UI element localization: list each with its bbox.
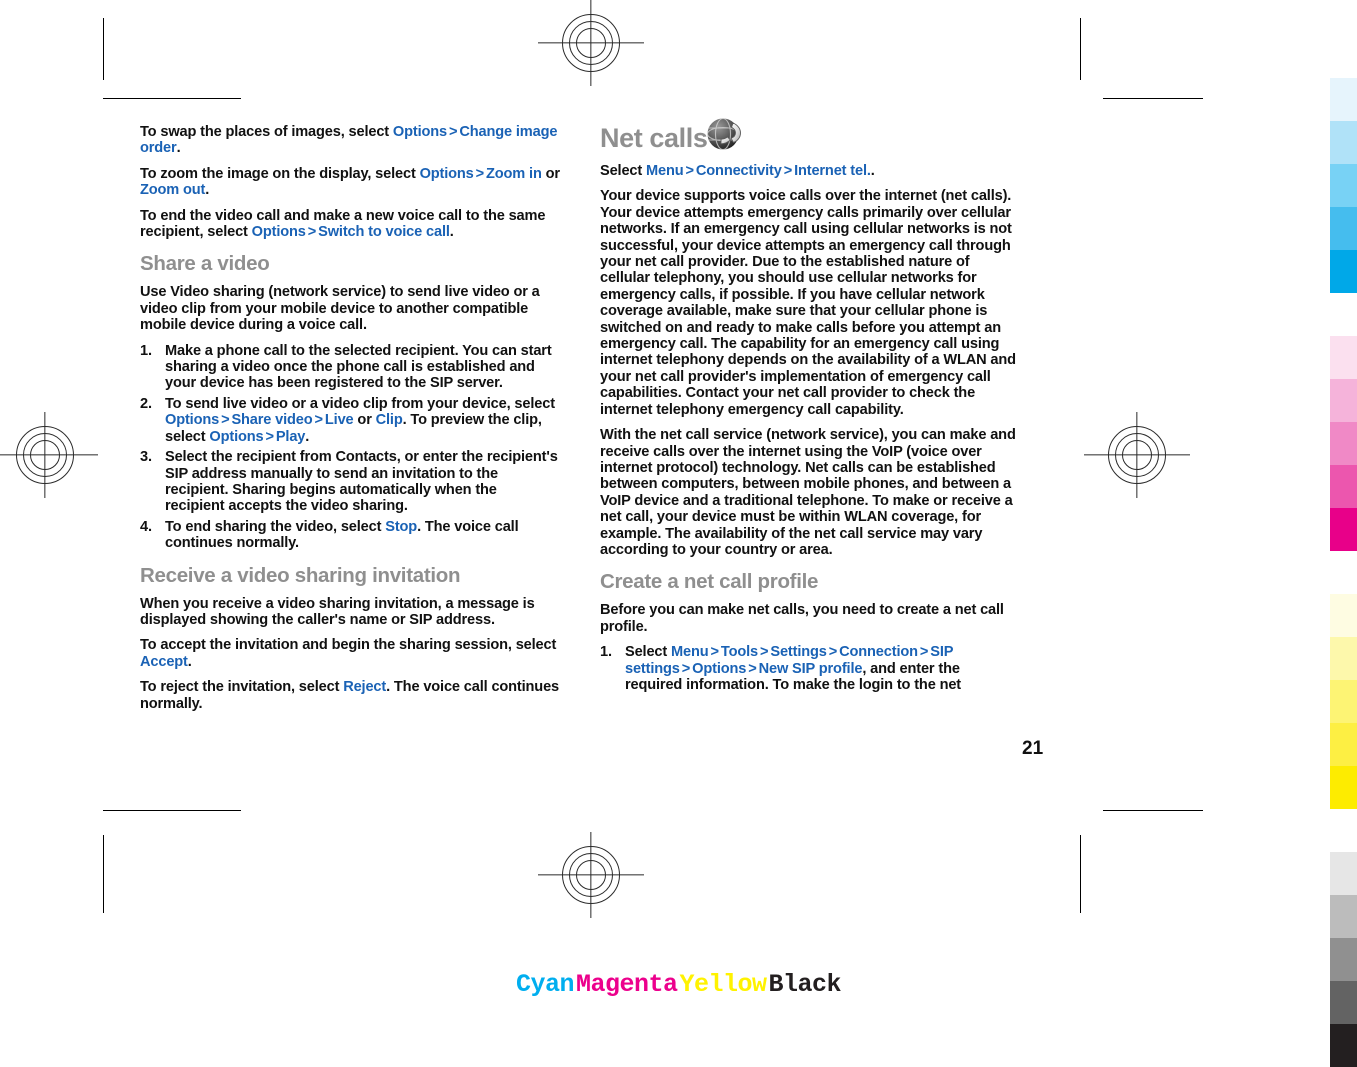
ui-term: Clip: [375, 412, 403, 429]
menu-separator-icon: >: [685, 163, 695, 179]
color-name-bar: CyanMagentaYellowBlack: [0, 970, 1357, 999]
right-column: Net calls Select Menu > Connectivity > I…: [600, 117, 1020, 702]
color-name-label: Magenta: [575, 970, 678, 999]
paragraph-reject-invitation: To reject the invitation, select Reject.…: [140, 679, 560, 712]
ui-term: Options: [692, 660, 747, 677]
menu-separator-icon: >: [265, 428, 274, 445]
menu-separator-icon: >: [475, 165, 485, 182]
ui-term: Share video: [231, 412, 313, 429]
menu-separator-icon: >: [307, 224, 317, 241]
list-item-number: 1.: [600, 644, 612, 661]
list-item-number: 1.: [140, 342, 152, 359]
chapter-title-net-calls: Net calls: [600, 117, 1020, 155]
create-profile-step-list: 1. Select Menu > Tools > Settings > Connection >…: [600, 644, 1020, 693]
paragraph-share-video-intro: Use Video sharing (network service) to s…: [140, 284, 540, 334]
menu-separator-icon: >: [783, 163, 793, 179]
menu-separator-icon: >: [748, 660, 757, 677]
list-item-number: 2.: [140, 395, 152, 412]
list-item: 1. Select Menu > Tools > Settings > Connection >…: [600, 644, 962, 693]
list-item: 4. To end sharing the video, select Stop.…: [140, 518, 519, 552]
menu-separator-icon: >: [681, 660, 691, 677]
menu-separator-icon: >: [828, 644, 838, 661]
ui-term: Zoom out: [140, 182, 206, 199]
list-item-number: 3.: [140, 449, 152, 466]
chapter-title-text: Net calls: [600, 123, 708, 153]
paragraph-end-video-call: To end the video call and make a new voi…: [140, 207, 546, 241]
ui-term: Options: [251, 224, 306, 241]
paragraph-net-calls-menu-path: Select Menu > Connectivity > Internet tel..: [600, 163, 875, 179]
ui-term: Stop: [385, 518, 418, 535]
color-name-label: Cyan: [515, 970, 575, 999]
heading-share-a-video: Share a video: [140, 252, 270, 276]
manual-page: To swap the places of images, select Opt…: [0, 0, 1357, 1002]
menu-separator-icon: >: [448, 124, 458, 140]
paragraph-invitation-displayed: When you receive a video sharing invitat…: [140, 595, 535, 628]
paragraph-create-profile-intro: Before you can make net calls, you need …: [600, 602, 1004, 635]
ui-term: Connectivity: [695, 163, 782, 179]
ui-term: Options: [392, 124, 447, 140]
ui-term: Internet tel.: [794, 163, 871, 179]
paragraph-zoom-image: To zoom the image on the display, select…: [140, 165, 560, 199]
globe-phone-icon: [703, 115, 747, 155]
ui-term: Live: [324, 412, 354, 429]
ui-term: Zoom in: [486, 165, 542, 182]
list-item: 1. Make a phone call to the selected reci…: [140, 342, 552, 392]
menu-separator-icon: >: [221, 412, 230, 429]
ui-term: Settings: [770, 644, 827, 661]
heading-receive-video-sharing-invitation: Receive a video sharing invitation: [140, 563, 461, 587]
list-item: 3. Select the recipient from Contacts, or…: [140, 449, 558, 515]
left-column: To swap the places of images, select Opt…: [140, 124, 560, 721]
ui-term: Tools: [720, 644, 758, 661]
paragraph-swap-images: To swap the places of images, select Opt…: [140, 124, 558, 157]
two-column-body: To swap the places of images, select Opt…: [140, 117, 1020, 721]
menu-separator-icon: >: [314, 412, 324, 429]
ui-term: Options: [165, 412, 220, 429]
paragraph-accept-invitation: To accept the invitation and begin the s…: [140, 637, 557, 670]
ui-term: Options: [419, 165, 474, 182]
ui-term: Menu: [671, 644, 709, 661]
share-video-step-list: 1. Make a phone call to the selected reci…: [140, 343, 560, 552]
ui-term: Options: [209, 428, 264, 445]
paragraph-net-call-service-info: With the net call service (network servi…: [600, 427, 1016, 558]
ui-term: Accept: [140, 653, 188, 670]
menu-separator-icon: >: [760, 644, 769, 661]
ui-term: Switch to voice call: [318, 224, 450, 241]
list-item: 2. To send live video or a video clip fro…: [140, 395, 555, 445]
menu-separator-icon: >: [710, 644, 720, 661]
ui-term: New SIP profile: [758, 660, 863, 677]
ui-term: Reject: [343, 679, 387, 696]
ui-term: Menu: [646, 163, 684, 179]
calibration-swatch: [1330, 1024, 1357, 1067]
page-number: 21: [1022, 738, 1044, 759]
paragraph-emergency-calls-notice: Your device supports voice calls over th…: [600, 188, 1016, 418]
color-name-label: Black: [768, 970, 842, 999]
ui-term: Change image order: [140, 124, 558, 157]
heading-create-a-net-call-profile: Create a net call profile: [600, 570, 819, 594]
color-name-label: Yellow: [679, 970, 768, 999]
ui-term: Play: [275, 428, 306, 445]
list-item-number: 4.: [140, 518, 152, 535]
ui-term: Connection: [839, 644, 918, 661]
menu-separator-icon: >: [919, 644, 929, 661]
